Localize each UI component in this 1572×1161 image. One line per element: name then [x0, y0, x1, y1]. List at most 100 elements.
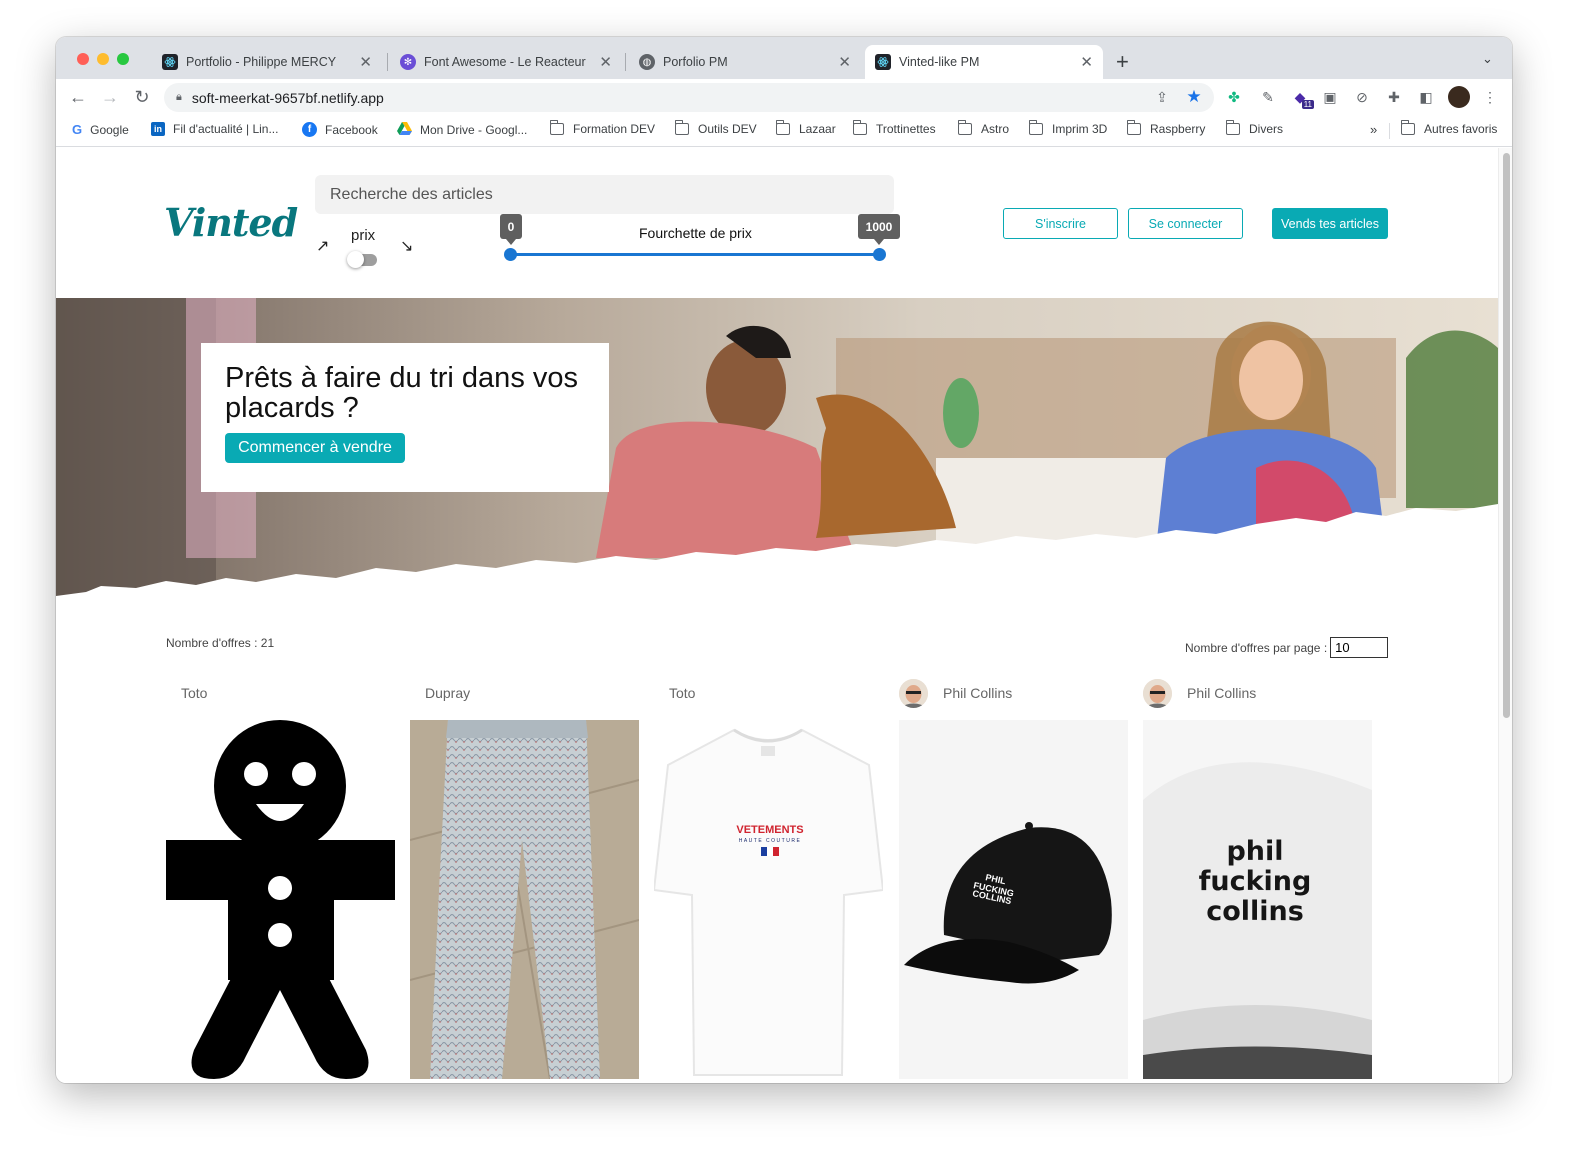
bookmark-label: Imprim 3D: [1052, 122, 1108, 136]
reload-button[interactable]: ↻: [130, 85, 154, 109]
tab-search-chevron-icon[interactable]: ⌄: [1482, 51, 1493, 67]
offer-image[interactable]: phil fucking collins: [1143, 720, 1372, 1079]
per-page-input[interactable]: [1330, 637, 1389, 658]
offer-owner: Toto: [181, 678, 207, 708]
bookmark-folder-formation-dev[interactable]: Formation DEV: [549, 120, 656, 136]
sort-descending-arrow-icon: ↘: [400, 238, 414, 255]
tab-separator: [387, 53, 388, 71]
side-panel-icon[interactable]: ◧: [1416, 87, 1436, 107]
extension-leaf-icon[interactable]: ✤: [1224, 87, 1244, 107]
offer-card[interactable]: Phil Collins PHIL FUCKING COLLINS: [899, 678, 1128, 1079]
tab-separator: [625, 53, 626, 71]
offer-image[interactable]: PHIL FUCKING COLLINS: [899, 720, 1128, 1079]
close-tab-icon[interactable]: ✕: [838, 53, 851, 71]
extension-compass-icon[interactable]: ⊘: [1352, 87, 1372, 107]
close-tab-icon[interactable]: ✕: [1080, 53, 1093, 71]
scrollbar-thumb[interactable]: [1503, 153, 1510, 718]
bookmark-label: Formation DEV: [573, 122, 656, 136]
bookmark-drive[interactable]: Mon Drive - Googl...: [397, 122, 527, 138]
extension-eyedropper-icon[interactable]: ✎: [1258, 87, 1278, 107]
offers-count: Nombre d'offres : 21: [166, 636, 275, 650]
bookmark-label: Fil d'actualité | Lin...: [173, 122, 279, 136]
offer-image[interactable]: [410, 720, 639, 1079]
hero-banner: Prêts à faire du tri dans vos placards ?…: [56, 298, 1498, 603]
offer-card[interactable]: Toto: [166, 678, 395, 1079]
bookmark-folder-lazaar[interactable]: Lazaar: [775, 120, 836, 136]
tab-vinted-like[interactable]: Vinted-like PM ✕: [865, 45, 1103, 79]
bookmark-folder-outils-dev[interactable]: Outils DEV: [674, 120, 757, 136]
offer-image[interactable]: [166, 720, 395, 1079]
react-icon: [162, 54, 178, 70]
owner-name: Phil Collins: [1187, 685, 1257, 701]
hero-card: Prêts à faire du tri dans vos placards ?…: [201, 343, 609, 492]
owner-name: Toto: [181, 685, 208, 701]
price-min-handle[interactable]: [504, 248, 517, 261]
tab-porfolio-pm[interactable]: ◍ Porfolio PM ✕: [629, 45, 861, 79]
address-bar[interactable]: 🔒︎ soft-meerkat-9657bf.netlify.app: [164, 83, 1214, 112]
lock-icon: 🔒︎: [176, 91, 182, 103]
bookmark-label: Trottinettes: [876, 122, 936, 136]
search-input[interactable]: Recherche des articles: [315, 175, 894, 214]
hero-title: Prêts à faire du tri dans vos placards ?: [225, 362, 578, 424]
forward-button[interactable]: →: [98, 85, 122, 109]
tab-font-awesome[interactable]: ✻ Font Awesome - Le Reacteur ✕: [390, 45, 622, 79]
offer-owner: Phil Collins: [1143, 678, 1256, 708]
vinted-logo[interactable]: Vinted: [164, 200, 298, 245]
offer-card[interactable]: Dupray: [410, 678, 639, 1079]
login-button[interactable]: Se connecter: [1128, 208, 1243, 239]
bookmark-divider: [1389, 123, 1390, 139]
bookmark-folder-raspberry[interactable]: Raspberry: [1126, 120, 1206, 136]
bookmark-folder-imprim-3d[interactable]: Imprim 3D: [1028, 120, 1108, 136]
offer-image[interactable]: VETEMENTS HAUTE COUTURE: [654, 720, 883, 1079]
offer-owner: Phil Collins: [899, 678, 1012, 708]
folder-icon: [674, 120, 689, 135]
bookmark-linkedin[interactable]: in Fil d'actualité | Lin...: [151, 122, 278, 136]
share-icon[interactable]: ⇪: [1152, 87, 1172, 107]
bookmark-folder-divers[interactable]: Divers: [1225, 120, 1284, 136]
price-max-handle[interactable]: [873, 248, 886, 261]
close-tab-icon[interactable]: ✕: [599, 53, 612, 71]
bookmark-label: Autres favoris: [1424, 122, 1498, 136]
offer-card[interactable]: Toto VETEMENTS HAUTE COUTURE: [654, 678, 883, 1079]
start-selling-button[interactable]: Commencer à vendre: [225, 433, 405, 463]
back-button[interactable]: ←: [66, 85, 90, 109]
minimize-window-button[interactable]: [97, 53, 109, 65]
gingerbread-man-icon: [166, 720, 395, 1079]
profile-avatar[interactable]: [1448, 86, 1470, 108]
maximize-window-button[interactable]: [117, 53, 129, 65]
bookmark-star-icon[interactable]: ★: [1184, 87, 1204, 107]
bookmark-facebook[interactable]: f Facebook: [302, 122, 378, 137]
owner-name: Toto: [669, 685, 696, 701]
sell-items-button[interactable]: Vends tes articles: [1272, 208, 1388, 239]
bookmark-label: Facebook: [325, 122, 378, 137]
font-awesome-icon: ✻: [400, 54, 416, 70]
sort-price-toggle[interactable]: [347, 251, 377, 268]
tab-portfolio[interactable]: Portfolio - Philippe MERCY ✕: [152, 45, 382, 79]
folder-icon: [775, 120, 790, 135]
bookmark-folder-astro[interactable]: Astro: [957, 120, 1009, 136]
bookmarks-overflow-button[interactable]: »: [1370, 122, 1377, 137]
globe-icon: ◍: [639, 54, 655, 70]
price-min-tooltip: 0: [500, 214, 522, 245]
offer-card[interactable]: Phil Collins phil fucking collins: [1143, 678, 1372, 1079]
signup-button[interactable]: S'inscrire: [1003, 208, 1118, 239]
extension-image-icon[interactable]: ▣: [1320, 87, 1340, 107]
bookmark-label: Divers: [1249, 122, 1284, 136]
page-scrollbar[interactable]: [1498, 148, 1512, 1083]
kebab-menu-icon[interactable]: ⋮: [1480, 87, 1500, 107]
bookmark-other-favorites[interactable]: Autres favoris: [1400, 120, 1498, 136]
owner-avatar: [1143, 678, 1172, 708]
jeans-photo: [410, 720, 639, 1079]
google-icon: G: [72, 122, 83, 137]
black-cap-photo: PHIL FUCKING COLLINS: [899, 720, 1128, 1079]
bookmark-label: Raspberry: [1150, 122, 1206, 136]
bookmark-label: Outils DEV: [698, 122, 757, 136]
close-tab-icon[interactable]: ✕: [359, 53, 372, 71]
browser-window: Portfolio - Philippe MERCY ✕ ✻ Font Awes…: [56, 37, 1512, 1083]
bookmark-folder-trottinettes[interactable]: Trottinettes: [852, 120, 936, 136]
bookmark-google[interactable]: G Google: [72, 122, 129, 137]
extensions-puzzle-icon[interactable]: ✚: [1384, 87, 1404, 107]
extension-graduation-icon[interactable]: ◆ 11: [1290, 87, 1314, 109]
close-window-button[interactable]: [77, 53, 89, 65]
new-tab-button[interactable]: +: [1116, 49, 1129, 75]
